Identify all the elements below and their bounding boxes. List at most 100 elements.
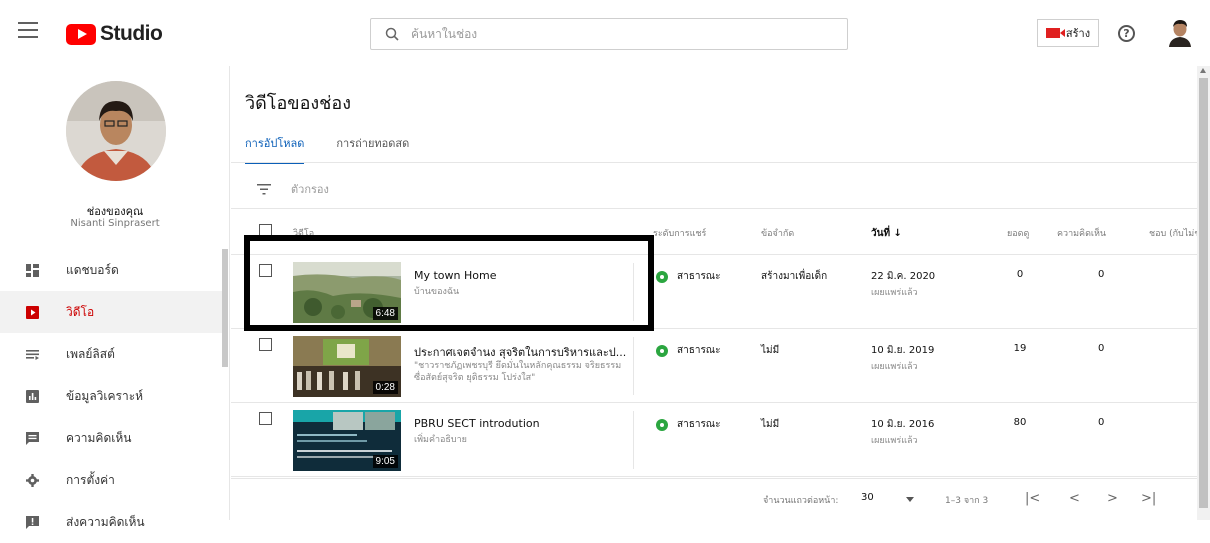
table-row[interactable]: 0:28 ประกาศเจตจำนง สุจริตในการบริหารและป… [231,329,1197,403]
analytics-icon [26,389,39,403]
first-page-icon[interactable]: |< [1025,491,1040,506]
video-icon [26,305,39,319]
sidebar-item-label: ความคิดเห็น [66,430,132,445]
column-comments[interactable]: ความคิดเห็น [1057,226,1106,240]
comments-cell: 0 [1098,343,1105,354]
dropdown-caret-icon[interactable] [906,497,914,502]
column-views[interactable]: ยอดดู [1007,226,1029,240]
account-avatar[interactable] [1166,17,1194,47]
public-eye-icon [656,344,668,357]
sidebar-item-label: วิดีโอ [66,304,95,319]
visibility-label: สาธารณะ [677,419,721,430]
sidebar-item-label: แดชบอร์ด [66,262,119,277]
sidebar: ช่องของคุณ Nisanti Sinprasert แดชบอร์ด ว… [0,66,230,529]
rows-per-page-select[interactable]: 30 [861,492,874,503]
sidebar-item-analytics[interactable]: ข้อมูลวิเคราะห์ [0,375,222,417]
highlight-box [244,235,654,331]
date-status: เผยแพร่แล้ว [871,436,918,446]
date-status: เผยแพร่แล้ว [871,362,918,372]
sidebar-item-feedback[interactable]: ส่งความคิดเห็น [0,501,222,543]
column-date[interactable]: วันที่ ↓ [871,226,902,241]
pagination-footer: จำนวนแถวต่อหน้า: 30 1–3 จาก 3 |< < > >| [231,478,1197,520]
logo-text: Studio [100,22,163,45]
filter-label: ตัวกรอง [291,183,329,196]
search-input[interactable] [411,27,791,41]
comments-cell: 0 [1098,269,1105,280]
sidebar-item-playlists[interactable]: เพลย์ลิสต์ [0,333,222,375]
scrollbar-thumb[interactable] [1199,78,1208,508]
column-restrictions[interactable]: ข้อจำกัด [761,226,794,240]
last-page-icon[interactable]: >| [1141,491,1156,506]
duration-badge: 9:05 [372,455,398,468]
video-thumbnail[interactable]: 0:28 [293,336,401,397]
date-cell: 10 มิ.ย. 2019 [871,345,935,356]
create-button[interactable]: สร้าง [1037,19,1099,47]
channel-avatar[interactable] [66,81,166,181]
restriction-cell: ไม่มี [761,419,780,430]
column-date-label: วันที่ [871,228,891,239]
video-camera-icon [1045,28,1065,38]
visibility-cell[interactable]: สาธารณะ [656,343,720,358]
rows-per-page-label: จำนวนแถวต่อหน้า: [763,496,839,506]
comments-cell: 0 [1098,417,1105,428]
next-page-icon[interactable]: > [1107,491,1118,506]
views-cell: 19 [1013,343,1027,354]
channel-name: Nisanti Sinprasert [70,218,160,229]
cell-divider [633,411,634,469]
sidebar-item-videos[interactable]: วิดีโอ [0,291,222,333]
column-likes[interactable]: ชอบ (กับไม่ช [1149,226,1200,240]
page-title: วิดีโอของช่อง [245,93,351,114]
help-icon[interactable]: ? [1118,25,1135,42]
sidebar-item-dashboard[interactable]: แดชบอร์ด [0,249,222,291]
video-title[interactable]: ประกาศเจตจำนง สุจริตในการบริหารและป... [414,343,626,361]
cell-divider [633,337,634,395]
sidebar-scrollbar[interactable] [222,249,228,367]
youtube-play-icon [66,23,96,45]
date-cell: 22 มิ.ค. 2020 [871,271,936,282]
scroll-up-arrow-icon[interactable] [1200,68,1206,73]
visibility-label: สาธารณะ [677,345,721,356]
filter-icon [257,183,271,194]
tab-uploads[interactable]: การอัปโหลด [245,134,305,164]
row-checkbox[interactable] [259,412,272,425]
tabs-divider [231,162,1197,163]
hamburger-menu-icon[interactable] [18,22,38,38]
video-description: เพิ่มคำอธิบาย [414,435,467,445]
tab-bar: การอัปโหลด การถ่ายทอดสด [245,134,441,164]
sidebar-item-label: ข้อมูลวิเคราะห์ [66,388,144,403]
date-status: เผยแพร่แล้ว [871,288,918,298]
sidebar-item-label: การตั้งค่า [66,472,115,487]
search-icon [385,27,399,41]
visibility-cell[interactable]: สาธารณะ [656,269,720,284]
sidebar-item-settings[interactable]: การตั้งค่า [0,459,222,501]
table-row[interactable]: 9:05 PBRU SECT introdution เพิ่มคำอธิบาย… [231,403,1197,477]
sort-down-arrow-icon: ↓ [893,228,902,239]
video-title[interactable]: PBRU SECT introdution [414,417,540,430]
public-eye-icon [656,270,668,283]
page-scrollbar[interactable] [1197,66,1210,520]
studio-logo[interactable]: Studio [66,22,163,46]
previous-page-icon[interactable]: < [1069,491,1080,506]
tab-live[interactable]: การถ่ายทอดสด [336,134,409,164]
filter-divider [231,208,1197,209]
date-cell: 10 มิ.ย. 2016 [871,419,935,430]
video-thumbnail[interactable]: 9:05 [293,410,401,471]
visibility-cell[interactable]: สาธารณะ [656,417,720,432]
sidebar-item-label: ส่งความคิดเห็น [66,514,145,529]
page-range: 1–3 จาก 3 [945,496,989,506]
dashboard-icon [26,263,39,277]
column-visibility[interactable]: ระดับการแชร์ [653,226,706,240]
video-description: "ชาวราชภัฏเพชรบุรี ยึดมั่นในหลักคุณธรรม … [414,361,622,383]
views-cell: 0 [1016,269,1024,280]
playlist-icon [26,348,39,361]
search-box[interactable] [370,18,848,50]
sidebar-item-comments[interactable]: ความคิดเห็น [0,417,222,459]
views-cell: 80 [1013,417,1027,428]
row-checkbox[interactable] [259,338,272,351]
feedback-icon [26,515,39,529]
public-eye-icon [656,418,668,431]
restriction-cell: ไม่มี [761,345,780,356]
restriction-cell: สร้างมาเพื่อเด็ก [761,271,828,282]
sidebar-nav: แดชบอร์ด วิดีโอ เพลย์ลิสต์ ข้อมูลวิเคราะ… [0,249,222,543]
filter-bar[interactable]: ตัวกรอง [257,180,329,198]
